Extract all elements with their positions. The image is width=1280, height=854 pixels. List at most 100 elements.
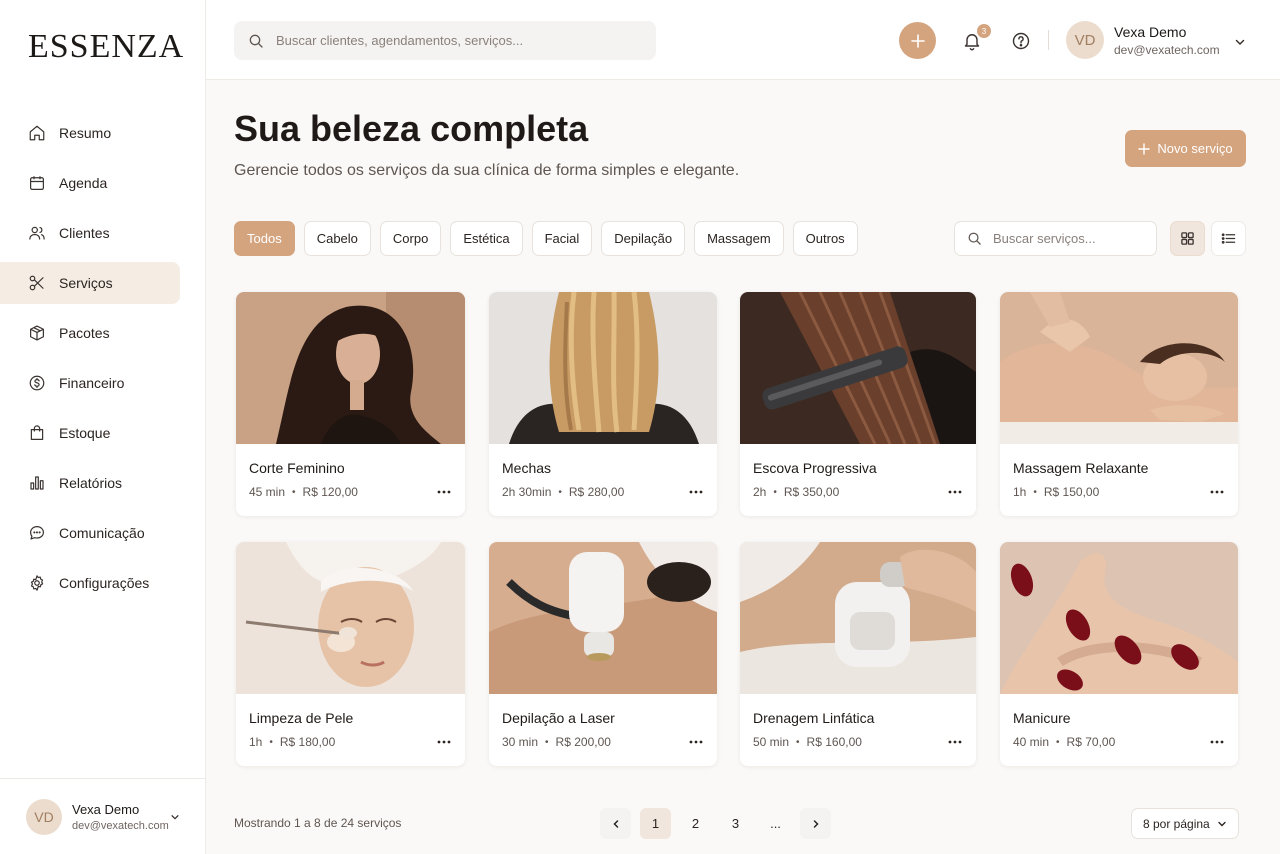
top-bar: 3 VD Vexa Demo dev@vexatech.com <box>206 0 1280 80</box>
plus-icon <box>1138 142 1151 155</box>
service-price: R$ 350,00 <box>783 485 840 499</box>
service-duration: 40 min <box>1013 735 1050 749</box>
sidebar-nav: Resumo Agenda Clientes Serviços Pacotes … <box>0 112 206 612</box>
global-search-input[interactable] <box>276 33 636 48</box>
more-options-icon[interactable] <box>688 734 704 750</box>
service-photo-manicure <box>1000 542 1238 694</box>
more-options-icon[interactable] <box>436 734 452 750</box>
service-card[interactable]: Depilação a Laser 30 min • R$ 200,00 <box>489 542 717 766</box>
top-user-menu[interactable]: VD Vexa Demo dev@vexatech.com <box>1066 21 1220 59</box>
new-service-button[interactable]: Novo serviço <box>1125 130 1246 167</box>
sidebar-item-relatorios[interactable]: Relatórios <box>0 462 180 504</box>
service-meta: 45 min • R$ 120,00 <box>249 485 358 499</box>
help-icon[interactable] <box>1011 31 1031 51</box>
quick-add-button[interactable] <box>899 22 936 59</box>
chevron-down-icon[interactable] <box>1234 36 1246 48</box>
filter-chip-cabelo[interactable]: Cabelo <box>303 221 371 256</box>
plus-icon <box>910 33 925 48</box>
avatar: VD <box>1066 21 1104 59</box>
separator-dot: • <box>1033 486 1037 498</box>
next-page-button[interactable] <box>800 808 831 839</box>
global-search[interactable] <box>234 21 656 60</box>
page-button-2[interactable]: 2 <box>680 808 711 839</box>
more-options-icon[interactable] <box>947 734 963 750</box>
service-card[interactable]: Corte Feminino 45 min • R$ 120,00 <box>236 292 465 516</box>
service-name: Corte Feminino <box>249 460 345 476</box>
filter-chip-facial[interactable]: Facial <box>531 221 593 256</box>
filter-chip-outros[interactable]: Outros <box>792 221 858 256</box>
per-page-select[interactable]: 8 por página <box>1131 808 1239 839</box>
filter-chip-estetica[interactable]: Estética <box>450 221 523 256</box>
sidebar-item-label: Resumo <box>59 125 112 141</box>
sidebar-item-estoque[interactable]: Estoque <box>0 412 180 454</box>
sidebar-item-configuracoes[interactable]: Configurações <box>0 562 180 604</box>
page-button-3[interactable]: 3 <box>720 808 751 839</box>
sidebar-item-resumo[interactable]: Resumo <box>0 112 180 154</box>
more-options-icon[interactable] <box>1209 734 1225 750</box>
service-meta: 50 min • R$ 160,00 <box>753 735 862 749</box>
service-name: Mechas <box>502 460 552 476</box>
service-photo-highlights <box>489 292 717 444</box>
list-view-toggle[interactable] <box>1211 221 1246 256</box>
services-search-input[interactable] <box>993 231 1143 246</box>
filter-chip-depilacao[interactable]: Depilação <box>601 221 686 256</box>
prev-page-button[interactable] <box>600 808 631 839</box>
chevron-left-icon <box>612 819 618 828</box>
service-card[interactable]: Manicure 40 min • R$ 70,00 <box>1000 542 1238 766</box>
service-price: R$ 70,00 <box>1066 735 1116 749</box>
separator-dot: • <box>545 736 549 748</box>
service-card[interactable]: Limpeza de Pele 1h • R$ 180,00 <box>236 542 465 766</box>
separator-dot: • <box>292 486 296 498</box>
category-filters: Todos Cabelo Corpo Estética Facial Depil… <box>234 221 867 256</box>
sidebar-item-label: Clientes <box>59 225 110 241</box>
grid-icon <box>1181 232 1194 245</box>
sidebar-item-label: Relatórios <box>59 475 123 491</box>
page-title: Sua beleza completa <box>234 108 589 149</box>
sidebar: ESSENZA Resumo Agenda Clientes Serviços … <box>0 0 206 854</box>
services-search[interactable] <box>954 221 1157 256</box>
separator-dot: • <box>558 486 562 498</box>
more-options-icon[interactable] <box>947 484 963 500</box>
filter-chip-todos[interactable]: Todos <box>234 221 295 256</box>
page-ellipsis: ... <box>770 816 781 831</box>
service-price: R$ 200,00 <box>555 735 611 749</box>
filter-chip-massagem[interactable]: Massagem <box>694 221 784 256</box>
service-card[interactable]: Massagem Relaxante 1h • R$ 150,00 <box>1000 292 1238 516</box>
home-icon <box>29 125 45 141</box>
service-duration: 2h 30min <box>502 485 552 499</box>
more-options-icon[interactable] <box>436 484 452 500</box>
more-options-icon[interactable] <box>1209 484 1225 500</box>
service-name: Manicure <box>1013 710 1071 726</box>
sidebar-item-servicos[interactable]: Serviços <box>0 262 180 304</box>
list-icon <box>1221 233 1236 244</box>
service-duration: 2h <box>753 485 767 499</box>
chevron-right-icon <box>813 819 819 828</box>
search-icon <box>968 232 981 245</box>
service-meta: 1h • R$ 180,00 <box>249 735 335 749</box>
sidebar-item-comunicacao[interactable]: Comunicação <box>0 512 180 554</box>
sidebar-item-clientes[interactable]: Clientes <box>0 212 180 254</box>
service-card[interactable]: Mechas 2h 30min • R$ 280,00 <box>489 292 717 516</box>
sidebar-item-pacotes[interactable]: Pacotes <box>0 312 180 354</box>
service-meta: 1h • R$ 150,00 <box>1013 485 1099 499</box>
grid-view-toggle[interactable] <box>1170 221 1205 256</box>
service-card[interactable]: Drenagem Linfática 50 min • R$ 160,00 <box>740 542 976 766</box>
service-duration: 45 min <box>249 485 286 499</box>
sidebar-item-financeiro[interactable]: Financeiro <box>0 362 180 404</box>
service-price: R$ 180,00 <box>279 735 336 749</box>
users-icon <box>29 226 45 240</box>
scissors-icon <box>29 275 44 291</box>
filter-chip-corpo[interactable]: Corpo <box>379 221 442 256</box>
message-icon <box>30 526 44 540</box>
more-options-icon[interactable] <box>688 484 704 500</box>
service-meta: 40 min • R$ 70,00 <box>1013 735 1115 749</box>
service-price: R$ 150,00 <box>1043 485 1100 499</box>
avatar: VD <box>26 798 62 835</box>
sidebar-item-agenda[interactable]: Agenda <box>0 162 180 204</box>
service-card[interactable]: Escova Progressiva 2h • R$ 350,00 <box>740 292 976 516</box>
bar-chart-icon <box>30 476 44 490</box>
page-button-1[interactable]: 1 <box>640 808 671 839</box>
chevron-down-icon[interactable] <box>170 812 180 822</box>
sidebar-user-menu[interactable]: VD Vexa Demo dev@vexatech.com <box>0 778 206 854</box>
brand-logo[interactable]: ESSENZA <box>28 28 184 66</box>
